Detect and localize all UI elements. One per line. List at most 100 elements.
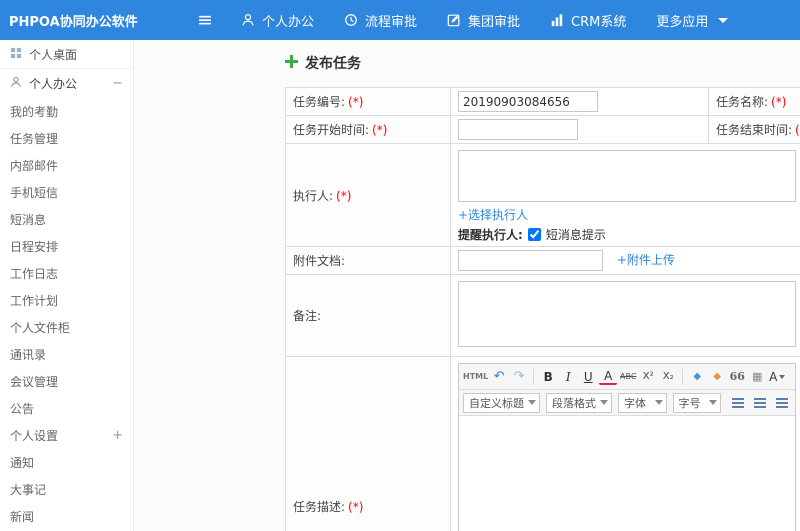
sidebar-item-news[interactable]: 新闻 [0, 503, 133, 530]
select-label: 自定义标题 [469, 396, 524, 410]
sidebar-group-personal-office[interactable]: 个人办公 − [0, 69, 133, 98]
sidebar-item-label: 个人桌面 [29, 47, 78, 62]
sidebar-item-settings[interactable]: 个人设置 + [0, 422, 133, 449]
nav-label: 更多应用 [656, 14, 709, 30]
remark-label-cell: 备注: [285, 274, 451, 357]
start-time-label-cell: 任务开始时间: (*) [285, 115, 451, 144]
choose-executor-link[interactable]: +选择执行人 [458, 208, 528, 222]
form-row-task-number: 任务编号:(*) 任务名称:(*) [285, 87, 800, 116]
sidebar-item-work-log[interactable]: 工作日志 [0, 260, 133, 287]
font-family-select[interactable]: 字体 [618, 392, 667, 413]
sidebar-item-notifications[interactable]: 通知 [0, 449, 133, 476]
nav-label: 流程审批 [365, 14, 418, 30]
font-style-dropdown[interactable]: A [768, 367, 786, 387]
required-mark: (*) [771, 95, 787, 109]
rich-text-editor: HTML ↶ ↷ B I U A ABC X² X₂ ◆ ◆ 66 ▦ A 自定… [458, 363, 796, 531]
nav-group-approval[interactable]: 集团审批 [447, 11, 520, 30]
editor-toolbar-row2: 自定义标题 段落格式 字体 字号 [459, 390, 795, 416]
nav-personal-office[interactable]: 个人办公 [241, 11, 314, 30]
html-source-button[interactable]: HTML [463, 367, 488, 387]
task-number-input[interactable] [458, 91, 598, 112]
required-mark: (*) [795, 123, 800, 137]
user-icon [241, 13, 255, 27]
task-name-label-cell: 任务名称: (*) [708, 87, 800, 116]
format-painter-icon[interactable]: ◆ [708, 367, 726, 387]
chart-icon [550, 13, 564, 27]
sidebar-item-meetings[interactable]: 会议管理 [0, 368, 133, 395]
sidebar: 个人桌面 个人办公 − 我的考勤 任务管理 内部邮件 手机短信 短消息 日程安排… [0, 40, 134, 531]
remark-textarea[interactable] [458, 281, 796, 347]
editor-content-area[interactable] [459, 416, 795, 531]
paragraph-format-select[interactable]: 段落格式 [546, 392, 612, 413]
superscript-button[interactable]: X² [639, 367, 657, 387]
sidebar-item-sms[interactable]: 手机短信 [0, 179, 133, 206]
undo-button[interactable]: ↶ [490, 367, 508, 387]
desktop-icon [10, 47, 22, 62]
underline-button[interactable]: U [579, 367, 597, 387]
remind-label: 提醒执行人: [458, 228, 523, 242]
collapse-icon[interactable]: − [112, 77, 123, 90]
sidebar-item-schedule[interactable]: 日程安排 [0, 233, 133, 260]
description-label: 任务描述: [293, 500, 346, 514]
end-time-label: 任务结束时间: [716, 123, 793, 137]
executor-textarea[interactable] [458, 150, 796, 202]
plus-icon [285, 54, 298, 72]
sidebar-item-desktop[interactable]: 个人桌面 [0, 40, 133, 69]
sms-remind-checkbox[interactable] [527, 228, 541, 241]
sidebar-item-tasks[interactable]: 任务管理 [0, 125, 133, 152]
sidebar-item-announcements[interactable]: 公告 [0, 395, 133, 422]
sidebar-item-contacts[interactable]: 通讯录 [0, 341, 133, 368]
font-color-button[interactable]: A [599, 368, 618, 385]
required-mark: (*) [348, 500, 364, 514]
italic-button[interactable]: I [559, 367, 577, 387]
task-name-label: 任务名称: [716, 95, 769, 109]
upload-attachment-link[interactable]: +附件上传 [617, 253, 675, 267]
caret-down-icon [718, 17, 729, 23]
executor-label: 执行人: [293, 188, 334, 203]
sidebar-item-work-plan[interactable]: 工作计划 [0, 287, 133, 314]
sidebar-item-milestones[interactable]: 大事记 [0, 476, 133, 503]
form-row-attachment: 附件文档: +附件上传 [285, 246, 800, 275]
required-mark: (*) [372, 123, 388, 137]
top-header: PHPOA协同办公软件 ≡ 个人办公 流程审批 集团审批 CRM系统 更多应用 [0, 0, 800, 40]
menu-toggle-icon[interactable]: ≡ [187, 9, 223, 31]
align-left-icon[interactable] [729, 393, 747, 413]
redo-button[interactable]: ↷ [510, 367, 528, 387]
strikethrough-button[interactable]: ABC [619, 367, 637, 387]
nav-workflow-approval[interactable]: 流程审批 [344, 11, 417, 30]
table-insert-icon[interactable]: ▦ [748, 367, 766, 387]
sidebar-item-internal-mail[interactable]: 内部邮件 [0, 152, 133, 179]
start-time-label: 任务开始时间: [293, 123, 370, 137]
caret-down-icon [709, 400, 717, 405]
publish-task-form: 任务编号:(*) 任务名称:(*) 任务开始时间:(*) 任务结束时间:(*) [285, 87, 800, 531]
subscript-button[interactable]: X₂ [659, 367, 677, 387]
select-label: 字号 [678, 396, 701, 410]
attachment-input[interactable] [458, 250, 603, 271]
caret-down-icon [779, 374, 786, 379]
select-label: 段落格式 [552, 396, 596, 410]
sidebar-item-attendance[interactable]: 我的考勤 [0, 98, 133, 125]
form-row-executor: 执行人: (*) +选择执行人 提醒执行人: 短消息提示 [285, 143, 800, 247]
start-time-input[interactable] [458, 119, 578, 140]
toolbar-separator [682, 368, 684, 385]
sms-remind-label: 短消息提示 [545, 228, 606, 242]
align-center-icon[interactable] [751, 393, 769, 413]
blockquote-button[interactable]: 66 [728, 367, 746, 387]
sidebar-item-file-cabinet[interactable]: 个人文件柜 [0, 314, 133, 341]
remove-format-icon[interactable]: ◆ [688, 367, 706, 387]
editor-toolbar-row1: HTML ↶ ↷ B I U A ABC X² X₂ ◆ ◆ 66 ▦ A [459, 364, 795, 390]
custom-heading-select[interactable]: 自定义标题 [463, 392, 540, 413]
font-style-label: A [769, 369, 778, 384]
nav-more-apps[interactable]: 更多应用 [656, 11, 729, 30]
font-size-select[interactable]: 字号 [672, 392, 721, 413]
caret-down-icon [654, 400, 663, 405]
expand-icon[interactable]: + [112, 429, 123, 442]
nav-crm-system[interactable]: CRM系统 [550, 11, 626, 30]
description-label-cell: 任务描述: (*) [285, 356, 451, 531]
sidebar-item-short-message[interactable]: 短消息 [0, 206, 133, 233]
page-title: 发布任务 [135, 40, 800, 73]
bold-button[interactable]: B [539, 367, 557, 387]
user-icon [10, 76, 22, 91]
remark-label: 备注: [293, 309, 322, 323]
align-right-icon[interactable] [773, 393, 791, 413]
